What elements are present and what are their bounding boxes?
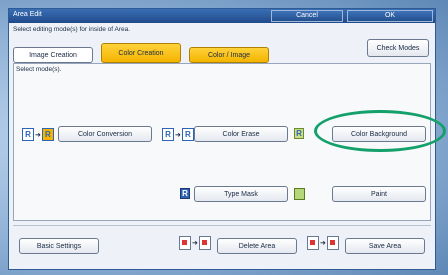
select-modes-hint: Select mode(s). xyxy=(16,66,62,73)
footer-bar: Basic Settings ➜ Delete Area ➜ Save Area xyxy=(13,225,431,265)
type-mask-button[interactable]: Type Mask xyxy=(194,186,288,202)
tab-label: Color / Image xyxy=(207,51,251,59)
color-erase-button[interactable]: Color Erase xyxy=(194,126,288,142)
mode-panel: Select mode(s). R ➜ R Color Conversion R… xyxy=(13,63,431,221)
tab-image-creation[interactable]: Image Creation xyxy=(13,47,93,63)
tab-label: Image Creation xyxy=(29,51,77,59)
blank-document-icon xyxy=(198,236,211,250)
save-area-button[interactable]: Save Area xyxy=(345,238,425,254)
arrow-right-icon: ➜ xyxy=(192,240,198,247)
tab-color-image[interactable]: Color / Image xyxy=(189,47,269,63)
type-mask-icon: R xyxy=(180,188,190,199)
basic-settings-button[interactable]: Basic Settings xyxy=(19,238,99,254)
cancel-button[interactable]: Cancel xyxy=(271,10,343,22)
save-area-icon-group: ➜ xyxy=(307,236,339,250)
source-color-icon: R xyxy=(162,128,174,141)
area-edit-window: Area Edit Cancel OK Select editing mode(… xyxy=(8,8,436,270)
source-color-icon: R xyxy=(22,128,34,141)
color-erase-icon-group: R ➜ R xyxy=(162,128,194,141)
check-modes-button[interactable]: Check Modes xyxy=(367,39,429,57)
area-document-icon xyxy=(179,236,191,250)
paint-color-swatch xyxy=(294,188,305,200)
color-background-icon: R xyxy=(294,128,304,139)
erased-color-icon: R xyxy=(181,128,194,141)
window-title: Area Edit xyxy=(13,11,42,18)
instruction-text: Select editing mode(s) for inside of Are… xyxy=(13,26,131,33)
paint-button[interactable]: Paint xyxy=(332,186,426,202)
ok-button[interactable]: OK xyxy=(347,10,433,22)
delete-area-button[interactable]: Delete Area xyxy=(217,238,297,254)
color-background-button[interactable]: Color Background xyxy=(332,126,426,142)
tab-color-creation[interactable]: Color Creation xyxy=(101,43,181,63)
color-conversion-button[interactable]: Color Conversion xyxy=(58,126,152,142)
delete-area-icon-group: ➜ xyxy=(179,236,211,250)
saved-document-icon xyxy=(326,236,339,250)
area-document-icon xyxy=(307,236,319,250)
arrow-right-icon: ➜ xyxy=(35,131,41,139)
arrow-right-icon: ➜ xyxy=(175,131,181,139)
color-conversion-icon-group: R ➜ R xyxy=(22,128,54,141)
tab-label: Color Creation xyxy=(118,49,164,57)
arrow-right-icon: ➜ xyxy=(320,240,326,247)
target-color-icon: R xyxy=(41,128,54,141)
